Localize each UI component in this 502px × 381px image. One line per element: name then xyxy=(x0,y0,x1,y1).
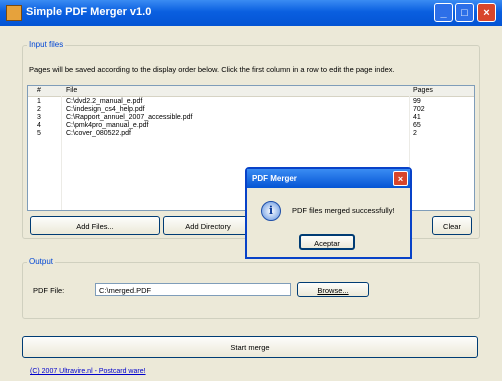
list-header: # File Pages xyxy=(28,86,474,97)
list-item[interactable]: 3 C:\Rapport_annuel_2007_accessible.pdf … xyxy=(28,114,474,122)
dialog-title: PDF Merger xyxy=(252,174,297,183)
close-button[interactable]: × xyxy=(477,3,496,22)
pdf-file-label: PDF File: xyxy=(33,286,65,295)
row-file: C:\indesign_cs4_help.pdf xyxy=(66,106,145,113)
ok-button[interactable]: Aceptar xyxy=(299,234,355,250)
browse-button[interactable]: Browse... xyxy=(297,282,369,297)
row-index[interactable]: 2 xyxy=(37,106,41,113)
title-bar: Simple PDF Merger v1.0 _ □ × xyxy=(0,0,502,26)
row-pages: 41 xyxy=(413,114,421,121)
row-index[interactable]: 4 xyxy=(37,122,41,129)
row-pages: 65 xyxy=(413,122,421,129)
clear-button[interactable]: Clear xyxy=(432,216,472,235)
row-file: C:\pmk4pro_manual_e.pdf xyxy=(66,122,149,129)
row-index[interactable]: 3 xyxy=(37,114,41,121)
app-window: Simple PDF Merger v1.0 _ □ × Input files… xyxy=(0,0,502,381)
row-file: C:\cover_080522.pdf xyxy=(66,130,131,137)
row-index[interactable]: 1 xyxy=(37,98,41,105)
row-index[interactable]: 5 xyxy=(37,130,41,137)
dialog-message: PDF files merged successfully! xyxy=(292,206,395,215)
info-icon: i xyxy=(261,201,281,221)
add-directory-button[interactable]: Add Directory xyxy=(163,216,253,235)
row-pages: 99 xyxy=(413,98,421,105)
row-pages: 702 xyxy=(413,106,425,113)
dialog-title-bar: PDF Merger × xyxy=(247,169,410,188)
start-merge-button[interactable]: Start merge xyxy=(22,336,478,358)
pdf-file-field[interactable]: C:\merged.PDF xyxy=(95,283,291,296)
list-item[interactable]: 5 C:\cover_080522.pdf 2 xyxy=(28,130,474,138)
column-index[interactable]: # xyxy=(37,87,41,94)
list-item[interactable]: 1 C:\dvd2.2_manual_e.pdf 99 xyxy=(28,98,474,106)
window-title: Simple PDF Merger v1.0 xyxy=(26,6,152,18)
output-label: Output xyxy=(27,257,56,266)
add-files-button[interactable]: Add Files... xyxy=(30,216,160,235)
column-pages[interactable]: Pages xyxy=(413,87,433,94)
input-files-note: Pages will be saved according to the dis… xyxy=(29,65,395,74)
row-file: C:\dvd2.2_manual_e.pdf xyxy=(66,98,143,105)
input-files-label: Input files xyxy=(27,40,66,49)
merge-complete-dialog: PDF Merger × i PDF files merged successf… xyxy=(245,167,412,259)
minimize-button[interactable]: _ xyxy=(434,3,453,22)
list-item[interactable]: 4 C:\pmk4pro_manual_e.pdf 65 xyxy=(28,122,474,130)
row-pages: 2 xyxy=(413,130,417,137)
row-file: C:\Rapport_annuel_2007_accessible.pdf xyxy=(66,114,193,121)
column-file[interactable]: File xyxy=(66,87,77,94)
list-item[interactable]: 2 C:\indesign_cs4_help.pdf 702 xyxy=(28,106,474,114)
copyright-link[interactable]: (C) 2007 Ultravire.nl - Postcard ware! xyxy=(30,368,146,375)
app-icon xyxy=(6,5,22,21)
dialog-close-button[interactable]: × xyxy=(393,171,408,186)
maximize-button[interactable]: □ xyxy=(455,3,474,22)
